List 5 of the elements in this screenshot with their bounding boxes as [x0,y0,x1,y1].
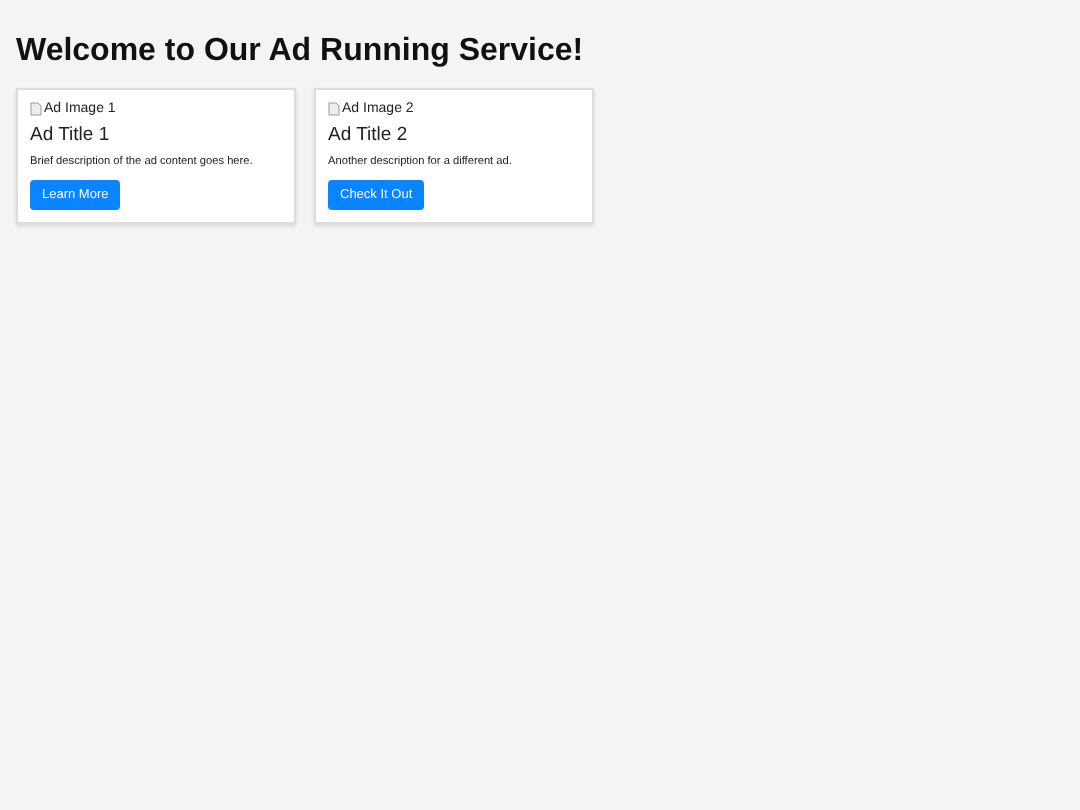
ad-title: Ad Title 1 [30,124,112,146]
broken-image-icon [30,102,42,116]
page-heading: Welcome to Our Ad Running Service! [16,34,586,70]
broken-image-icon [328,102,340,116]
ad-title: Ad Title 2 [328,124,410,146]
